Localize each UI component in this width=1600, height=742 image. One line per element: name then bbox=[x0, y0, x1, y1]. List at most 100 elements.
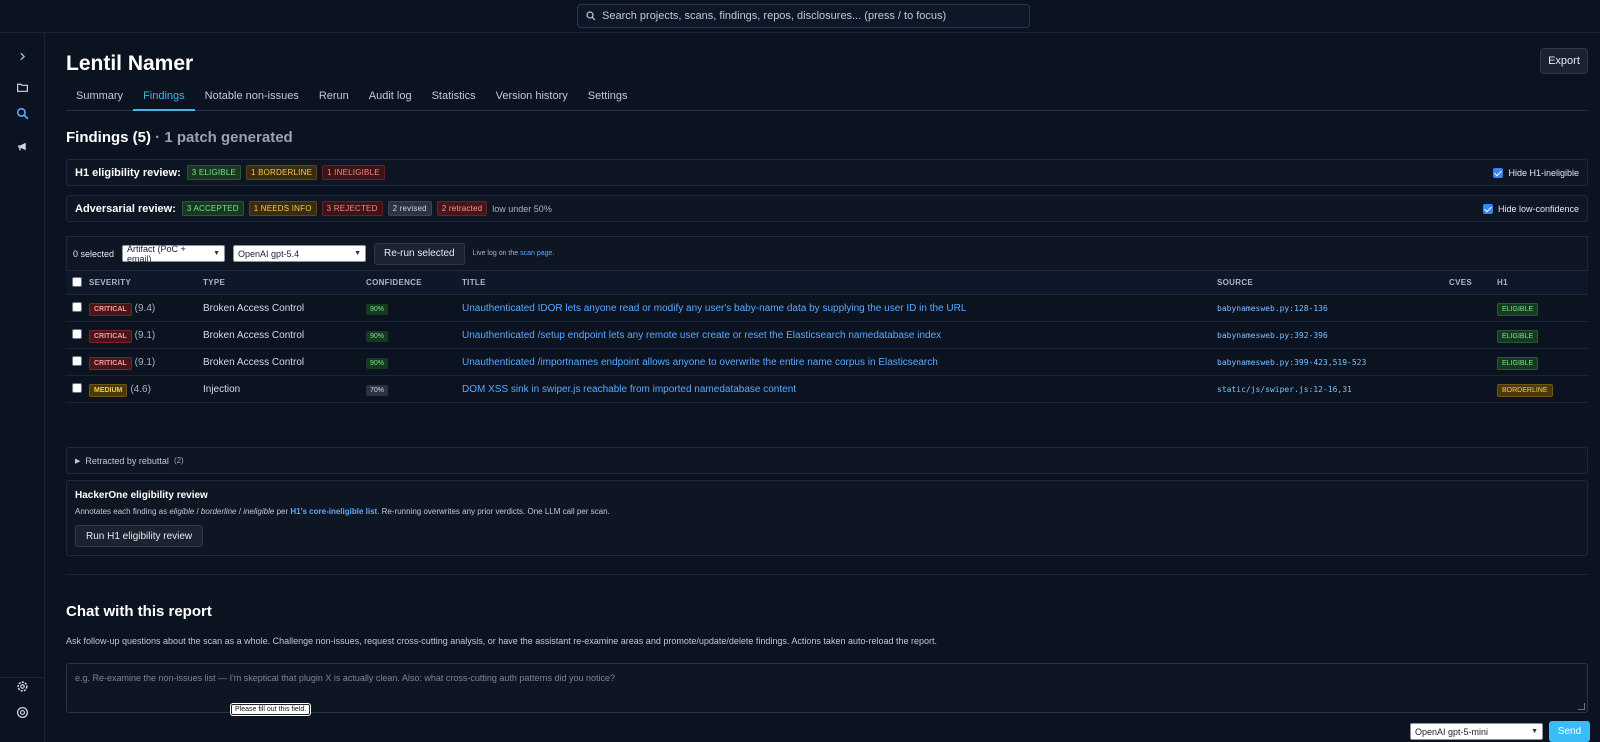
tab-summary[interactable]: Summary bbox=[66, 85, 133, 111]
source-location[interactable]: babynamesweb.py:128-136 bbox=[1217, 304, 1328, 313]
finding-title-link[interactable]: Unauthenticated /setup endpoint lets any… bbox=[462, 330, 941, 341]
h1-desc-borderline: borderline bbox=[200, 507, 237, 516]
page-title: Lentil Namer bbox=[66, 52, 194, 75]
table-row: CRITICAL (9.1) Broken Access Control 90% … bbox=[66, 348, 1588, 376]
hide-low-confidence-checkbox[interactable] bbox=[1482, 203, 1493, 214]
resize-handle-icon[interactable] bbox=[1578, 703, 1585, 710]
chat-heading: Chat with this report bbox=[66, 603, 212, 620]
rejected-count-badge: 3 REJECTED bbox=[321, 201, 383, 216]
finding-title-link[interactable]: DOM XSS sink in swiper.js reachable from… bbox=[462, 384, 796, 395]
scan-page-link[interactable]: scan page bbox=[520, 250, 552, 257]
ineligible-count-badge: 1 INELIGIBLE bbox=[322, 165, 385, 180]
model-select[interactable]: OpenAI gpt-5.4 ▼ bbox=[233, 245, 367, 262]
adversarial-review-label: Adversarial review: bbox=[75, 202, 176, 215]
send-button[interactable]: Send bbox=[1549, 721, 1590, 742]
severity-score: (9.4) bbox=[134, 302, 156, 314]
retracted-by-rebuttal-toggle[interactable]: ▶ Retracted by rebuttal (2) bbox=[66, 447, 1588, 474]
row-checkbox[interactable] bbox=[72, 301, 82, 312]
table-header-row: SEVERITY TYPE CONFIDENCE TITLE SOURCE CV… bbox=[66, 270, 1588, 295]
severity-badge: MEDIUM bbox=[89, 383, 128, 397]
expand-chevron-icon[interactable] bbox=[13, 47, 31, 65]
selected-count: 0 selected bbox=[73, 248, 115, 259]
section-divider bbox=[66, 574, 1588, 575]
col-cves[interactable]: CVES bbox=[1449, 270, 1497, 295]
table-row: CRITICAL (9.4) Broken Access Control 90% … bbox=[66, 294, 1588, 322]
select-all-checkbox[interactable] bbox=[72, 276, 82, 287]
col-title[interactable]: TITLE bbox=[462, 270, 1217, 295]
triangle-right-icon: ▶ bbox=[75, 457, 81, 465]
finding-type: Broken Access Control bbox=[203, 321, 366, 349]
col-h1[interactable]: H1 bbox=[1497, 270, 1588, 295]
cves-cell bbox=[1449, 321, 1497, 349]
row-checkbox[interactable] bbox=[72, 382, 82, 393]
chevron-down-icon: ▼ bbox=[213, 250, 221, 257]
source-location[interactable]: babynamesweb.py:399-423,519-523 bbox=[1217, 358, 1366, 367]
tab-notable-non-issues[interactable]: Notable non-issues bbox=[195, 85, 309, 111]
chevron-down-icon: ▼ bbox=[354, 250, 362, 257]
table-row: MEDIUM (4.6) Injection 70% DOM XSS sink i… bbox=[66, 375, 1588, 403]
chat-description: Ask follow-up questions about the scan a… bbox=[66, 636, 938, 646]
hide-h1-ineligible-checkbox[interactable] bbox=[1493, 167, 1504, 178]
h1-review-description: Annotates each finding as eligible / bor… bbox=[75, 507, 1579, 516]
tab-settings[interactable]: Settings bbox=[578, 85, 638, 111]
source-location[interactable]: static/js/swiper.js:12-16,31 bbox=[1217, 385, 1352, 394]
tab-audit-log[interactable]: Audit log bbox=[359, 85, 422, 111]
accepted-count-badge: 3 ACCEPTED bbox=[181, 201, 244, 216]
confidence-badge: 90% bbox=[366, 303, 389, 315]
severity-score: (9.1) bbox=[134, 356, 156, 368]
global-search-input[interactable]: Search projects, scans, findings, repos,… bbox=[577, 4, 1030, 28]
settings-gear-icon[interactable] bbox=[13, 677, 31, 695]
folder-icon[interactable] bbox=[13, 78, 31, 96]
rerun-selected-button[interactable]: Re-run selected bbox=[374, 242, 465, 265]
source-location[interactable]: babynamesweb.py:392-396 bbox=[1217, 331, 1328, 340]
search-nav-icon[interactable] bbox=[13, 104, 31, 122]
tab-version-history[interactable]: Version history bbox=[486, 85, 578, 111]
cves-cell bbox=[1449, 375, 1497, 403]
chat-model-select[interactable]: OpenAI gpt-5-mini ▼ bbox=[1410, 723, 1543, 740]
tab-rerun[interactable]: Rerun bbox=[309, 85, 359, 111]
findings-count: Findings (5) bbox=[66, 129, 151, 146]
findings-heading: Findings (5) · 1 patch generated bbox=[66, 129, 293, 146]
hide-low-confidence-label: Hide low-confidence bbox=[1497, 203, 1579, 214]
h1-desc-suffix: . Re-running overwrites any prior verdic… bbox=[377, 507, 610, 516]
h1-core-ineligible-link[interactable]: H1's core-ineligible list bbox=[290, 507, 377, 516]
col-type[interactable]: TYPE bbox=[203, 270, 366, 295]
search-placeholder: Search projects, scans, findings, repos,… bbox=[602, 10, 947, 22]
h1-status-badge: ELIGIBLE bbox=[1497, 302, 1539, 316]
h1-eligibility-summary: H1 eligibility review: 3 ELIGIBLE 1 BORD… bbox=[66, 159, 1588, 186]
finding-type: Broken Access Control bbox=[203, 294, 366, 322]
artifact-select-value: Artifact (PoC + email) bbox=[127, 243, 186, 264]
eligible-count-badge: 3 ELIGIBLE bbox=[186, 165, 242, 180]
adversarial-review-summary: Adversarial review: 3 ACCEPTED 1 NEEDS I… bbox=[66, 195, 1588, 222]
col-severity[interactable]: SEVERITY bbox=[89, 270, 203, 295]
severity-badge: CRITICAL bbox=[89, 356, 132, 370]
chevron-down-icon: ▼ bbox=[1531, 728, 1538, 735]
h1-review-heading: HackerOne eligibility review bbox=[75, 490, 208, 501]
tab-statistics[interactable]: Statistics bbox=[422, 85, 486, 111]
row-checkbox[interactable] bbox=[72, 328, 82, 339]
findings-table: SEVERITY TYPE CONFIDENCE TITLE SOURCE CV… bbox=[66, 270, 1588, 403]
col-source[interactable]: SOURCE bbox=[1217, 270, 1449, 295]
retracted-count: (2) bbox=[173, 456, 184, 465]
tab-findings[interactable]: Findings bbox=[133, 85, 195, 111]
account-circle-icon[interactable] bbox=[13, 703, 31, 721]
export-button[interactable]: Export bbox=[1540, 48, 1588, 74]
live-log-note: Live log on the scan page. bbox=[473, 250, 555, 257]
finding-title-link[interactable]: Unauthenticated /importnames endpoint al… bbox=[462, 357, 938, 368]
search-icon bbox=[586, 11, 596, 21]
bulk-action-toolbar: 0 selected Artifact (PoC + email) ▼ Open… bbox=[66, 236, 1588, 270]
finding-title-link[interactable]: Unauthenticated IDOR lets anyone read or… bbox=[462, 303, 966, 314]
megaphone-icon[interactable] bbox=[13, 137, 31, 155]
h1-eligibility-label: H1 eligibility review: bbox=[75, 166, 181, 179]
hide-h1-ineligible-toggle[interactable]: Hide H1-ineligible bbox=[1493, 167, 1579, 178]
chat-placeholder: e.g. Re-examine the non-issues list — I'… bbox=[75, 673, 615, 683]
col-confidence[interactable]: CONFIDENCE bbox=[366, 270, 462, 295]
hide-low-confidence-toggle[interactable]: Hide low-confidence bbox=[1482, 203, 1579, 214]
h1-desc-ineligible: ineligible bbox=[243, 507, 275, 516]
row-checkbox[interactable] bbox=[72, 355, 82, 366]
h1-desc-per: per bbox=[276, 507, 289, 516]
hide-h1-ineligible-label: Hide H1-ineligible bbox=[1508, 167, 1579, 178]
h1-desc-prefix: Annotates each finding as bbox=[75, 507, 168, 516]
run-h1-review-button[interactable]: Run H1 eligibility review bbox=[75, 525, 204, 547]
artifact-select[interactable]: Artifact (PoC + email) ▼ bbox=[122, 243, 226, 264]
